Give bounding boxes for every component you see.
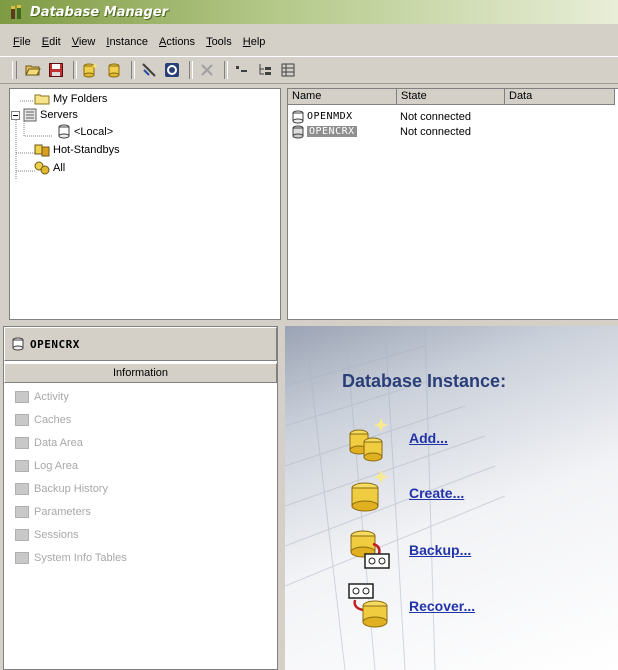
menu-view[interactable]: View <box>72 36 96 48</box>
tree-item-local[interactable]: <Local> <box>58 124 113 139</box>
toolbar-separator <box>73 61 77 79</box>
detail-view-icon[interactable] <box>278 60 298 80</box>
info-item-activity[interactable]: Activity <box>15 391 69 403</box>
menu-bar: File Edit View Instance Actions Tools He… <box>0 33 618 51</box>
log-area-icon <box>15 460 29 472</box>
title-bar: Database Manager <box>0 0 618 24</box>
info-item-caches[interactable]: Caches <box>15 414 71 426</box>
db-icon <box>292 110 304 123</box>
menu-help[interactable]: Help <box>243 36 266 48</box>
backup-history-icon <box>15 483 29 495</box>
collapse-toggle[interactable] <box>11 110 20 120</box>
menu-edit[interactable]: Edit <box>42 36 61 48</box>
tree-item-servers[interactable]: Servers <box>11 108 78 122</box>
info-item-data-area[interactable]: Data Area <box>15 437 83 449</box>
activity-icon <box>15 391 29 403</box>
menu-actions[interactable]: Actions <box>159 36 195 48</box>
create-database-icon <box>351 470 388 512</box>
info-item-system-info-tables[interactable]: System Info Tables <box>15 552 127 564</box>
tab-information[interactable]: Information <box>4 363 277 383</box>
info-item-parameters[interactable]: Parameters <box>15 506 91 518</box>
recover-instance-link[interactable]: Recover... <box>409 598 475 614</box>
add-database-icon <box>349 418 388 462</box>
column-header-data[interactable]: Data <box>505 89 615 105</box>
data-area-icon <box>15 437 29 449</box>
sessions-icon <box>15 529 29 541</box>
disconnect-icon[interactable] <box>139 60 159 80</box>
list-row[interactable]: OPENMDX Not connected <box>292 109 471 124</box>
server-tree[interactable]: My Folders Servers <Local> Hot-Standbys … <box>9 88 281 320</box>
app-icon <box>11 5 21 19</box>
info-item-sessions[interactable]: Sessions <box>15 529 79 541</box>
tree-view-icon[interactable] <box>255 60 275 80</box>
menu-instance[interactable]: Instance <box>106 36 148 48</box>
backup-instance-link[interactable]: Backup... <box>409 542 471 558</box>
tree-item-all[interactable]: All <box>34 161 65 175</box>
toolbar-grip[interactable] <box>12 61 17 79</box>
caches-icon <box>15 414 29 426</box>
column-header-state[interactable]: State <box>397 89 505 105</box>
list-view-icon[interactable] <box>232 60 252 80</box>
column-header-name[interactable]: Name <box>288 89 397 105</box>
toolbar-separator <box>189 61 193 79</box>
all-databases-icon <box>34 161 50 175</box>
create-instance-link[interactable]: Create... <box>409 485 464 501</box>
tree-item-my-folders[interactable]: My Folders <box>34 93 107 105</box>
parameters-icon <box>15 506 29 518</box>
instance-header: OPENCRX <box>4 327 277 361</box>
recover-database-icon <box>348 583 388 628</box>
window-title: Database Manager <box>30 4 168 20</box>
toolbar <box>0 56 618 84</box>
db-icon[interactable] <box>104 60 124 80</box>
menu-tools[interactable]: Tools <box>206 36 232 48</box>
system-info-tables-icon <box>15 552 29 564</box>
backup-database-icon <box>350 530 390 569</box>
refresh-icon[interactable] <box>162 60 182 80</box>
open-icon[interactable] <box>23 60 43 80</box>
db-icon <box>58 124 70 139</box>
info-item-log-area[interactable]: Log Area <box>15 460 78 472</box>
list-row[interactable]: OPENCRX Not connected <box>292 124 471 139</box>
save-icon[interactable] <box>46 60 66 80</box>
folder-icon <box>34 94 50 105</box>
server-icon <box>23 108 37 122</box>
tree-item-hot-standbys[interactable]: Hot-Standbys <box>34 143 120 157</box>
hot-standby-icon <box>34 144 50 157</box>
add-instance-link[interactable]: Add... <box>409 430 448 446</box>
delete-icon[interactable] <box>197 60 217 80</box>
instance-heading: Database Instance: <box>342 371 507 391</box>
information-panel: OPENCRX Information Activity Caches Data… <box>3 326 278 670</box>
instance-list[interactable]: Name State Data OPENMDX Not connected OP… <box>287 88 618 320</box>
toolbar-separator <box>224 61 228 79</box>
db-add-icon[interactable] <box>81 60 101 80</box>
toolbar-separator <box>131 61 135 79</box>
info-item-backup-history[interactable]: Backup History <box>15 483 108 495</box>
db-icon <box>12 337 24 351</box>
database-instance-panel: Database Instance: Add... Create... Back… <box>285 326 618 670</box>
menu-file[interactable]: File <box>13 36 31 48</box>
db-icon <box>292 125 304 138</box>
